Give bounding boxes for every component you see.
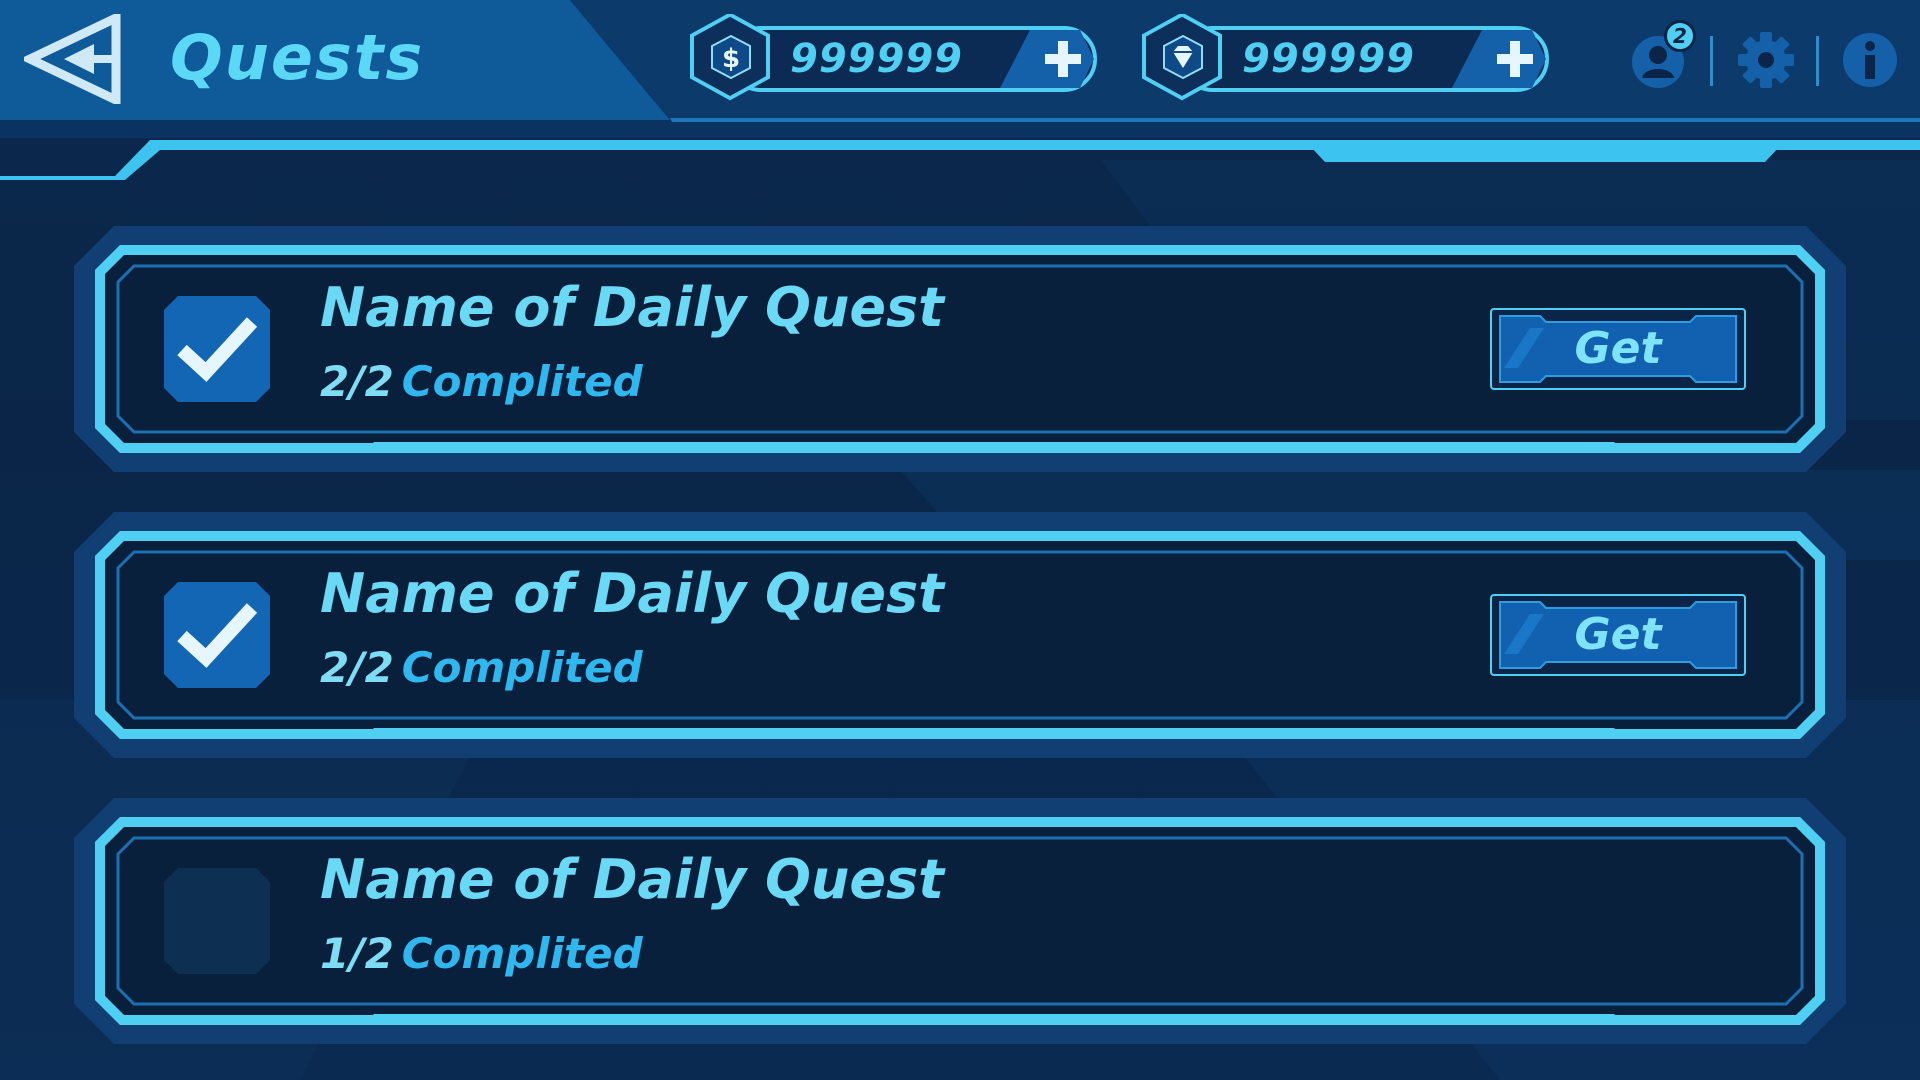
checkmark-icon bbox=[164, 582, 270, 688]
checkmark-icon bbox=[164, 296, 270, 402]
quest-checkbox[interactable] bbox=[164, 582, 270, 688]
back-arrow-icon bbox=[19, 10, 121, 108]
settings-button[interactable] bbox=[1734, 28, 1798, 92]
get-button-label: Get bbox=[1574, 323, 1662, 374]
diamond-gem-icon bbox=[1163, 34, 1203, 80]
empty-checkbox-icon bbox=[164, 868, 270, 974]
gear-icon bbox=[1738, 32, 1794, 88]
quest-progress-status: Complited bbox=[401, 929, 643, 978]
quest-checkbox[interactable] bbox=[164, 296, 270, 402]
get-reward-button[interactable]: Get bbox=[1490, 308, 1746, 390]
quest-title: Name of Daily Quest bbox=[320, 562, 944, 625]
quest-progress-status: Complited bbox=[401, 357, 643, 406]
quest-card: Name of Daily Quest 2/2 Complited Get bbox=[74, 512, 1846, 758]
quest-progress: 2/2 Complited bbox=[320, 642, 643, 694]
info-icon bbox=[1843, 33, 1897, 87]
quest-progress-count: 2/2 bbox=[320, 643, 394, 692]
profile-button[interactable]: 2 bbox=[1628, 20, 1696, 92]
get-button-label: Get bbox=[1574, 609, 1662, 660]
add-coins-button[interactable] bbox=[1042, 38, 1084, 80]
quest-card: Name of Daily Quest 2/2 Complited Get bbox=[74, 226, 1846, 472]
dollar-coin-icon: $ bbox=[711, 34, 751, 80]
svg-text:$: $ bbox=[722, 44, 740, 74]
quest-title: Name of Daily Quest bbox=[320, 848, 944, 911]
quest-progress: 2/2 Complited bbox=[320, 356, 643, 408]
quest-card: Name of Daily Quest 1/2 Complited bbox=[74, 798, 1846, 1044]
get-reward-button[interactable]: Get bbox=[1490, 594, 1746, 676]
quest-progress-count: 2/2 bbox=[320, 357, 394, 406]
divider bbox=[1816, 36, 1819, 86]
quest-checkbox[interactable] bbox=[164, 868, 270, 974]
notification-badge: 2 bbox=[1664, 20, 1696, 52]
currency-coins: $ 999999 bbox=[690, 14, 1102, 104]
coins-value: 999999 bbox=[790, 36, 963, 82]
gems-value: 999999 bbox=[1242, 36, 1415, 82]
page-title: Quests bbox=[170, 21, 425, 94]
add-gems-button[interactable] bbox=[1494, 38, 1536, 80]
quest-progress: 1/2 Complited bbox=[320, 928, 643, 980]
currency-gems: 999999 bbox=[1142, 14, 1554, 104]
quest-progress-status: Complited bbox=[401, 643, 643, 692]
back-button[interactable] bbox=[19, 10, 124, 108]
quests-screen: Quests $ 999999 999999 2 Name of Daily Q… bbox=[0, 0, 1920, 1080]
quest-progress-count: 1/2 bbox=[320, 929, 394, 978]
info-button[interactable] bbox=[1838, 28, 1902, 92]
divider bbox=[1710, 36, 1713, 86]
quest-title: Name of Daily Quest bbox=[320, 276, 944, 339]
